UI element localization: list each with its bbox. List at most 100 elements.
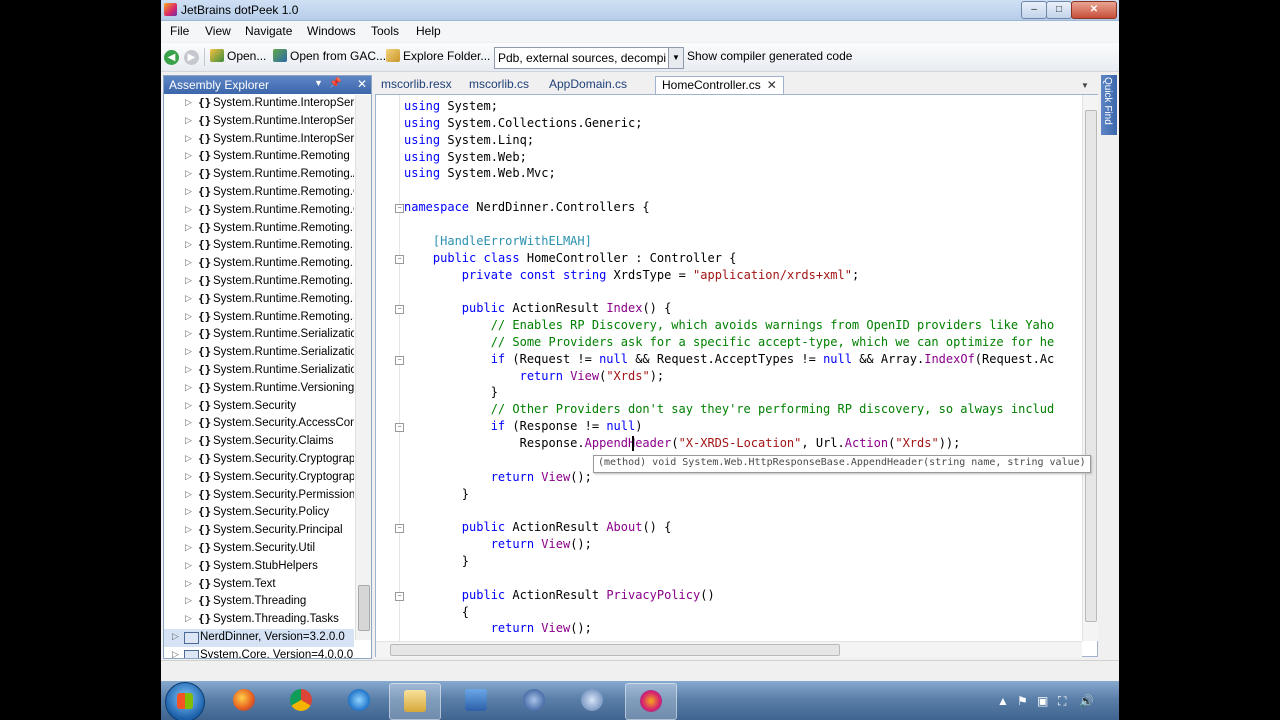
expand-arrow-icon[interactable]: ▷ — [185, 453, 192, 464]
expand-arrow-icon[interactable]: ▷ — [185, 204, 192, 215]
menu-file[interactable]: File — [170, 24, 189, 38]
pin-icon[interactable]: 📌 — [329, 78, 341, 89]
device-icon[interactable]: ▣ — [1037, 694, 1048, 708]
tree-scroll-thumb[interactable] — [358, 585, 370, 631]
expand-arrow-icon[interactable]: ▷ — [185, 311, 192, 322]
tree-item-namespace[interactable]: ▷ {} System.Security.Cryptograph — [164, 451, 354, 469]
expand-arrow-icon[interactable]: ▷ — [185, 489, 192, 500]
expand-arrow-icon[interactable]: ▷ — [185, 328, 192, 339]
tree-item-namespace[interactable]: ▷ {} System.Runtime.Remoting.P — [164, 291, 354, 309]
tree-item-namespace[interactable]: ▷ {} System.Threading — [164, 593, 354, 611]
tab-homecontroller-cs[interactable]: HomeController.cs ✕ — [655, 76, 784, 95]
tree-item-namespace[interactable]: ▷ {} System.Runtime.Remoting.M — [164, 273, 354, 291]
back-arrow-icon[interactable]: ◀ — [164, 50, 179, 65]
tree-item-namespace[interactable]: ▷ {} System.Security.Policy — [164, 504, 354, 522]
collapse-region-icon[interactable]: − — [395, 423, 404, 433]
action-center-flag-icon[interactable]: ⚑ — [1017, 694, 1028, 708]
expand-arrow-icon[interactable]: ▷ — [185, 382, 192, 393]
editor-vscroll-thumb[interactable] — [1085, 110, 1097, 622]
tree-item-namespace[interactable]: ▷ {} System.Security — [164, 398, 354, 416]
collapse-region-icon[interactable]: − — [395, 524, 404, 534]
minimize-button[interactable]: – — [1021, 1, 1047, 19]
code-editor[interactable]: using System; using System.Collections.Ge… — [375, 94, 1098, 657]
expand-arrow-icon[interactable]: ▷ — [185, 186, 192, 197]
expand-arrow-icon[interactable]: ▷ — [185, 595, 192, 606]
panel-menu-chevron-icon[interactable]: ▼ — [314, 78, 323, 88]
tree-item-namespace[interactable]: ▷ {} System.Runtime.Remoting.S — [164, 309, 354, 327]
tree-item-namespace[interactable]: ▷ {} System.Runtime.InteropServ — [164, 131, 354, 149]
taskbar-app-infinity-2[interactable] — [567, 683, 617, 718]
close-tab-icon[interactable]: ✕ — [767, 78, 777, 92]
editor-vertical-scrollbar[interactable] — [1082, 95, 1098, 641]
taskbar-firefox[interactable] — [219, 683, 269, 718]
expand-arrow-icon[interactable]: ▷ — [172, 631, 179, 642]
show-hidden-icons-icon[interactable]: ▲ — [997, 694, 1009, 708]
expand-arrow-icon[interactable]: ▷ — [185, 346, 192, 357]
collapse-region-icon[interactable]: − — [395, 254, 404, 264]
tree-item-namespace[interactable]: ▷ {} System.Runtime.Serialization — [164, 326, 354, 344]
close-window-button[interactable]: ✕ — [1071, 1, 1117, 19]
tree-item-namespace[interactable]: ▷ {} System.Runtime.Serialization — [164, 362, 354, 380]
expand-arrow-icon[interactable]: ▷ — [185, 506, 192, 517]
source-mode-dropdown[interactable]: Pdb, external sources, decompiler ▼ — [494, 47, 684, 69]
expand-arrow-icon[interactable]: ▷ — [185, 613, 192, 624]
tree-item-assembly[interactable]: ▷ aSystem.Core, Version=4.0.0.0 — [164, 647, 354, 658]
taskbar-dotpeek[interactable] — [625, 683, 677, 720]
menu-windows[interactable]: Windows — [307, 24, 356, 38]
tree-item-namespace[interactable]: ▷ {} System.Runtime.Remoting.L — [164, 220, 354, 238]
tab-list-chevron-icon[interactable]: ▼ — [1081, 81, 1089, 90]
taskbar-explorer[interactable] — [389, 683, 441, 720]
expand-arrow-icon[interactable]: ▷ — [185, 560, 192, 571]
expand-arrow-icon[interactable]: ▷ — [172, 649, 179, 658]
open-button[interactable]: Open... — [210, 49, 266, 63]
expand-arrow-icon[interactable]: ▷ — [185, 97, 192, 108]
tree-item-namespace[interactable]: ▷ {} System.Runtime.Remoting.C — [164, 202, 354, 220]
tree-item-namespace[interactable]: ▷ {} System.Security.Permissions — [164, 487, 354, 505]
expand-arrow-icon[interactable]: ▷ — [185, 168, 192, 179]
network-icon[interactable]: ⛶ — [1058, 694, 1066, 709]
tree-item-namespace[interactable]: ▷ {} System.Runtime.InteropServ — [164, 95, 354, 113]
maximize-button[interactable]: □ — [1046, 1, 1072, 19]
tree-item-namespace[interactable]: ▷ {} System.Runtime.Serialization — [164, 344, 354, 362]
expand-arrow-icon[interactable]: ▷ — [185, 542, 192, 553]
expand-arrow-icon[interactable]: ▷ — [185, 293, 192, 304]
editor-horizontal-scrollbar[interactable] — [376, 641, 1082, 657]
tab-appdomain-cs[interactable]: AppDomain.cs — [543, 76, 633, 94]
tree-item-namespace[interactable]: ▷ {} System.Runtime.Remoting.A — [164, 166, 354, 184]
code-view[interactable]: using System; using System.Collections.Ge… — [376, 95, 1082, 641]
menu-tools[interactable]: Tools — [371, 24, 399, 38]
show-compiler-generated-toggle[interactable]: Show compiler generated code — [687, 49, 852, 63]
tree-item-namespace[interactable]: ▷ {} System.Security.Cryptograph — [164, 469, 354, 487]
volume-icon[interactable]: 🔊 — [1079, 694, 1094, 708]
expand-arrow-icon[interactable]: ▷ — [185, 222, 192, 233]
expand-arrow-icon[interactable]: ▷ — [185, 257, 192, 268]
tab-mscorlib-cs[interactable]: mscorlib.cs — [463, 76, 535, 94]
forward-arrow-icon[interactable]: ▶ — [184, 50, 199, 65]
expand-arrow-icon[interactable]: ▷ — [185, 364, 192, 375]
collapse-region-icon[interactable]: − — [395, 305, 404, 315]
tree-item-namespace[interactable]: ▷ {} System.Runtime.Remoting — [164, 148, 354, 166]
explore-folder-button[interactable]: Explore Folder... — [386, 49, 490, 63]
tree-item-namespace[interactable]: ▷ {} System.Threading.Tasks — [164, 611, 354, 629]
menu-view[interactable]: View — [205, 24, 231, 38]
quick-find-tab[interactable]: Quick Find — [1101, 75, 1117, 135]
taskbar-chrome[interactable] — [276, 683, 326, 718]
collapse-region-icon[interactable]: − — [395, 355, 404, 365]
menu-navigate[interactable]: Navigate — [245, 24, 292, 38]
taskbar-internet-explorer[interactable] — [334, 683, 384, 718]
chevron-down-icon[interactable]: ▼ — [668, 48, 683, 68]
expand-arrow-icon[interactable]: ▷ — [185, 417, 192, 428]
start-button[interactable] — [165, 682, 205, 720]
expand-arrow-icon[interactable]: ▷ — [185, 400, 192, 411]
open-from-gac-button[interactable]: Open from GAC... — [273, 49, 386, 63]
expand-arrow-icon[interactable]: ▷ — [185, 435, 192, 446]
tree-item-namespace[interactable]: ▷ {} System.Text — [164, 576, 354, 594]
tree-item-namespace[interactable]: ▷ {} System.StubHelpers — [164, 558, 354, 576]
expand-arrow-icon[interactable]: ▷ — [185, 133, 192, 144]
expand-arrow-icon[interactable]: ▷ — [185, 150, 192, 161]
tab-mscorlib-resx[interactable]: mscorlib.resx — [375, 76, 458, 94]
tree-item-namespace[interactable]: ▷ {} System.Runtime.InteropServ — [164, 113, 354, 131]
collapse-region-icon[interactable]: − — [395, 204, 404, 214]
expand-arrow-icon[interactable]: ▷ — [185, 115, 192, 126]
tree-item-namespace[interactable]: ▷ {} System.Security.AccessContr — [164, 415, 354, 433]
